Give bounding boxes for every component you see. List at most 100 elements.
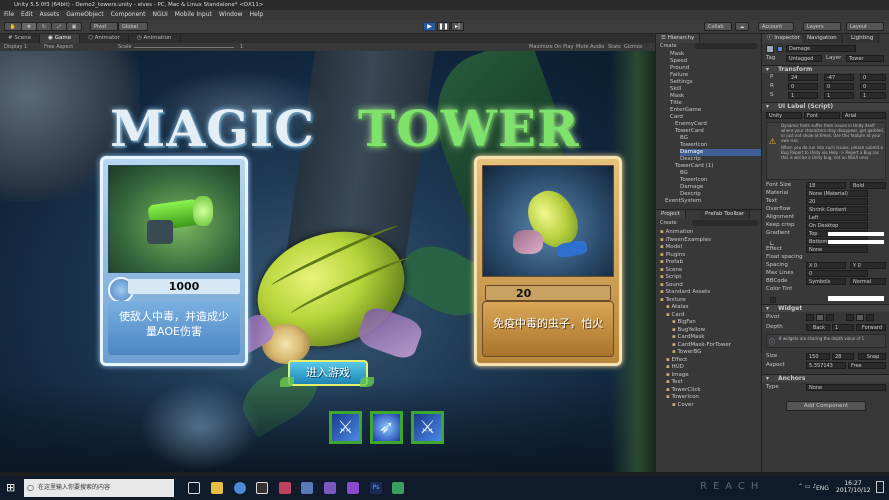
taskbar-search-input[interactable]: ○ 在这里输入你要搜索的内容 [24, 479, 174, 497]
tower-card-left[interactable]: 1000 使敌人中毒，并造成少 量AOE伤害 [100, 156, 248, 366]
pivot-left-button[interactable] [806, 314, 814, 321]
snap-button[interactable]: Snap [858, 353, 886, 360]
global-toggle[interactable]: Global [118, 22, 148, 31]
project-item[interactable]: ▪ TowerClick [666, 387, 701, 394]
pivot-right-button[interactable] [826, 314, 834, 321]
cloud-button[interactable]: ☁ [735, 22, 749, 31]
float-spacing-checkbox[interactable] [770, 297, 776, 303]
property-value-field[interactable]: 0 [806, 270, 868, 277]
menu-edit[interactable]: Edit [21, 10, 33, 20]
pivot-bottom-button[interactable] [866, 314, 874, 321]
project-item[interactable]: ▪ iTweenExamples [660, 237, 711, 244]
clock[interactable]: 16:27 2017/10/12 [836, 480, 871, 494]
scale-x-field[interactable]: 1 [788, 92, 818, 99]
hierarchy-item[interactable]: Damage [680, 184, 703, 191]
tab-hierarchy[interactable]: ☰ Hierarchy [656, 34, 701, 43]
widget-header[interactable]: ▾ Widget [762, 304, 889, 312]
hierarchy-item[interactable]: Descrip [680, 156, 701, 163]
rotation-x-field[interactable]: 0 [788, 83, 818, 90]
project-item[interactable]: ▪ CardMask-ForTower [672, 342, 731, 349]
scale-z-field[interactable]: 1 [860, 92, 886, 99]
add-component-button[interactable]: Add Component [786, 401, 866, 411]
size-height-field[interactable]: 28 [832, 353, 854, 360]
property-value-field[interactable]: On Desktop [806, 222, 868, 229]
hierarchy-item[interactable]: EnterGame [670, 107, 701, 114]
tab-animator[interactable]: ⬡ Animator [80, 34, 129, 43]
project-item[interactable]: ▪ Standard Assets [660, 289, 710, 296]
font-name-field[interactable]: Arial [842, 112, 886, 119]
project-item[interactable]: ▪ Effect [666, 357, 687, 364]
app-icon-1[interactable] [279, 482, 291, 494]
hierarchy-item[interactable]: Mask [670, 51, 684, 58]
property-extra-field[interactable]: Normal [850, 278, 886, 285]
unity-taskbar-icon[interactable] [256, 482, 268, 494]
menu-mobile-input[interactable]: Mobile Input [175, 10, 212, 20]
stats-toggle[interactable]: Stats [608, 43, 621, 51]
rect-tool-button[interactable]: ▣ [66, 22, 82, 31]
hierarchy-item[interactable]: Speed [670, 58, 687, 65]
hierarchy-item[interactable]: Pround [670, 65, 689, 72]
project-item[interactable]: ▪ CardMask [672, 334, 705, 341]
tab-inspector[interactable]: ⓘ Inspector [762, 34, 806, 43]
font-type-dropdown[interactable]: Unity [766, 112, 802, 119]
hierarchy-item[interactable]: EnemyCard [675, 121, 707, 128]
scale-slider[interactable] [134, 47, 234, 48]
project-item[interactable]: ▪ Card [666, 312, 684, 319]
position-x-field[interactable]: 24 [788, 74, 818, 81]
property-value-field[interactable]: X 0 [806, 262, 846, 269]
collab-dropdown[interactable]: Collab [704, 22, 732, 31]
depth-back-button[interactable]: Back [806, 324, 830, 331]
hierarchy-item[interactable]: BG [680, 135, 688, 142]
project-item[interactable]: ▪ Sound [660, 282, 683, 289]
display-dropdown[interactable]: Display 1 [4, 43, 27, 51]
pivot-top-button[interactable] [846, 314, 854, 321]
project-item[interactable]: ▪ BigFan [672, 319, 696, 326]
project-item[interactable]: ▪ Text [666, 379, 683, 386]
property-value-field[interactable]: None (Material) [806, 190, 868, 197]
property-value-field[interactable]: Shrink Content [806, 206, 868, 213]
app-icon-3[interactable] [324, 482, 336, 494]
property-value-field[interactable]: 18 [806, 182, 846, 189]
layers-dropdown[interactable]: Layers [803, 22, 841, 31]
property-value-field[interactable]: None [806, 246, 868, 253]
move-tool-button[interactable]: ✥ [21, 22, 37, 31]
hierarchy-item[interactable]: Descrip [680, 191, 701, 198]
active-checkbox[interactable] [777, 46, 783, 52]
account-dropdown[interactable]: Account [758, 22, 794, 31]
project-item[interactable]: ▪ Plugins [660, 252, 685, 259]
tab-game[interactable]: ◉ Game [40, 34, 81, 43]
hierarchy-item[interactable]: Settings [670, 79, 693, 86]
enter-game-button[interactable]: 进入游戏 [288, 360, 368, 386]
size-width-field[interactable]: 150 [806, 353, 830, 360]
pivot-toggle[interactable]: Pivot [90, 22, 118, 31]
pivot-center-button[interactable] [816, 314, 824, 321]
file-explorer-icon[interactable] [211, 482, 223, 494]
hand-tool-button[interactable]: ✋ [4, 22, 22, 31]
app-icon-4[interactable] [392, 482, 404, 494]
project-item[interactable]: ▪ HUD [666, 364, 684, 371]
project-item[interactable]: ▪ Script [660, 274, 681, 281]
tab-scene[interactable]: # Scene [0, 34, 41, 43]
rotation-z-field[interactable]: 0 [860, 83, 886, 90]
visual-studio-icon[interactable] [347, 482, 359, 494]
menu-help[interactable]: Help [250, 10, 264, 20]
menu-gameobject[interactable]: GameObject [66, 10, 103, 20]
object-name-field[interactable]: Damage [786, 45, 856, 52]
anchor-type-dropdown[interactable]: None [806, 384, 886, 391]
uilabel-header[interactable]: ▾ UI Label (Script) [762, 102, 889, 110]
project-item[interactable]: ▪ Scene [660, 267, 682, 274]
task-view-icon[interactable] [188, 482, 200, 494]
chrome-icon[interactable] [234, 482, 246, 494]
hierarchy-item[interactable]: BG [680, 170, 688, 177]
notification-icon[interactable] [876, 481, 884, 493]
menu-ngui[interactable]: NGUI [152, 10, 167, 20]
hierarchy-item[interactable]: TowerIcon [680, 177, 707, 184]
menu-component[interactable]: Component [111, 10, 146, 20]
project-item[interactable]: ▪ TowerBG [672, 349, 701, 356]
language-indicator[interactable]: ENG [816, 485, 829, 492]
tab-animation[interactable]: ◷ Animation [129, 34, 181, 43]
color-tint-swatch[interactable] [828, 296, 884, 301]
game-viewport[interactable]: MAGIC TOWER 1000 使敌人中毒，并造成少 量AOE伤害 20 免疫… [0, 51, 655, 472]
gradient-top-swatch[interactable] [828, 232, 884, 236]
project-item[interactable]: ▪ BugYellow [672, 327, 705, 334]
